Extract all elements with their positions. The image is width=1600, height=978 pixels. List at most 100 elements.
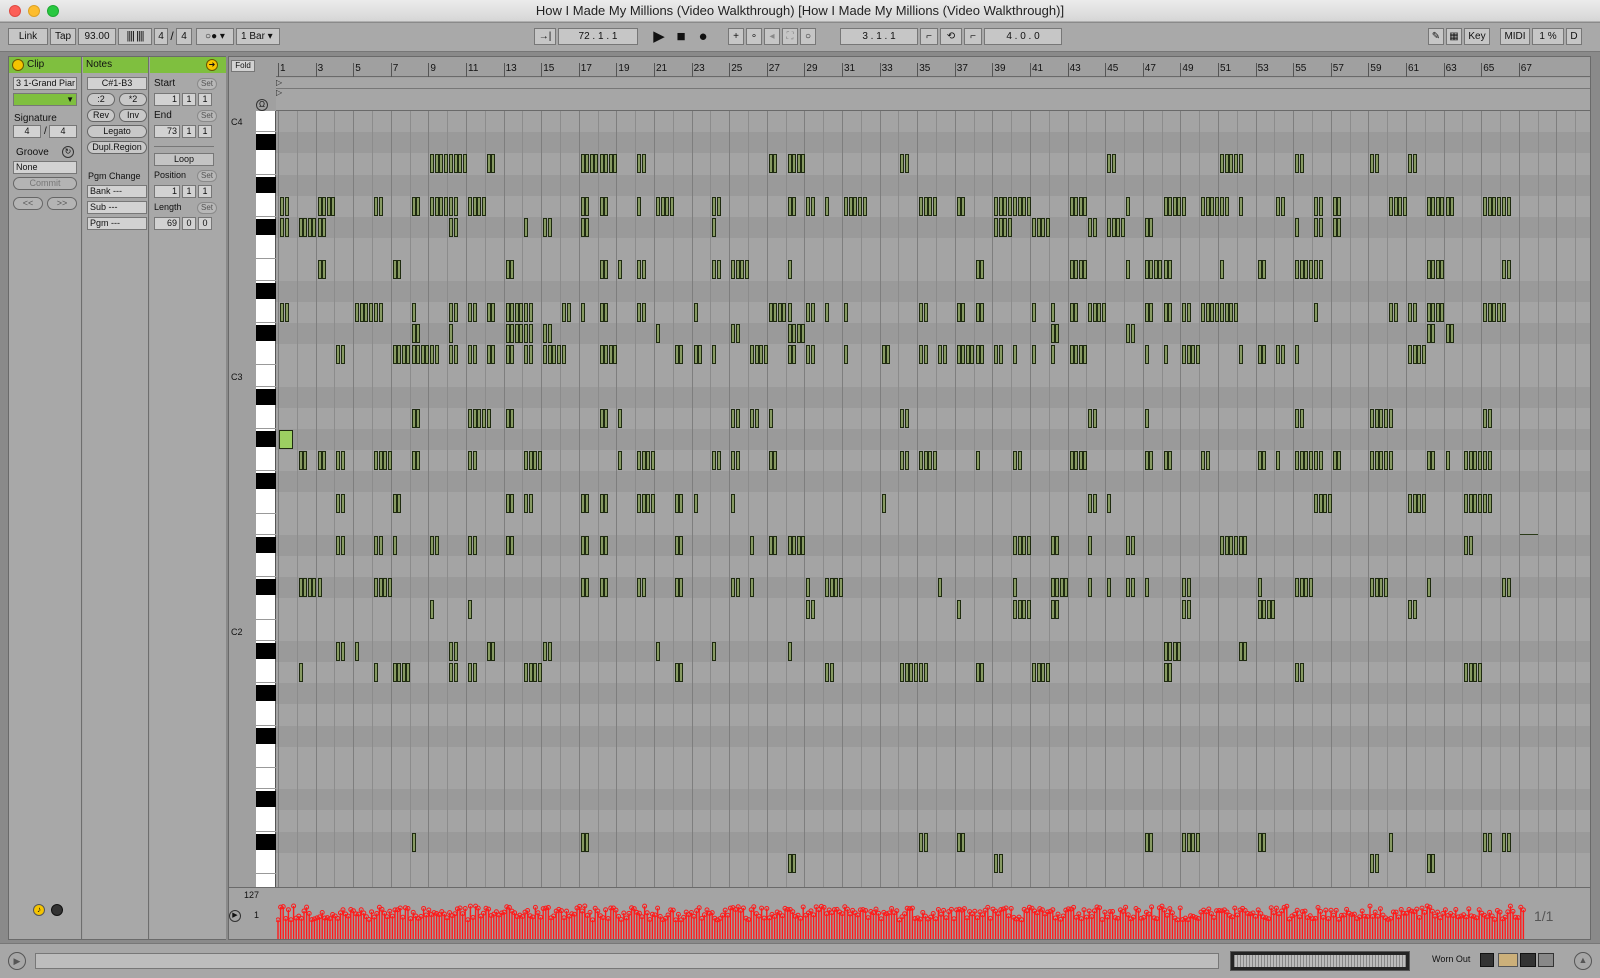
midi-note[interactable] xyxy=(449,642,454,661)
midi-note[interactable] xyxy=(792,854,797,873)
midi-note[interactable] xyxy=(280,302,284,322)
midi-note[interactable] xyxy=(1013,451,1018,471)
midi-note[interactable] xyxy=(510,324,515,343)
midi-note[interactable] xyxy=(1238,642,1243,661)
midi-note[interactable] xyxy=(1130,578,1135,598)
midi-map-button[interactable]: MIDI xyxy=(1500,28,1530,45)
midi-note[interactable] xyxy=(528,324,533,343)
midi-note[interactable] xyxy=(735,260,740,280)
black-key[interactable] xyxy=(256,643,276,659)
close-window-button[interactable] xyxy=(9,5,21,17)
midi-note[interactable] xyxy=(439,154,444,174)
midi-note[interactable] xyxy=(317,451,322,471)
midi-note[interactable] xyxy=(280,196,284,216)
midi-note[interactable] xyxy=(961,345,966,365)
midi-note[interactable] xyxy=(735,578,740,598)
midi-note[interactable] xyxy=(1144,408,1149,428)
midi-note[interactable] xyxy=(392,260,397,280)
midi-note[interactable] xyxy=(1022,196,1027,216)
midi-note[interactable] xyxy=(378,196,383,216)
midi-note[interactable] xyxy=(1393,302,1398,322)
midi-note[interactable] xyxy=(1088,536,1093,555)
midi-note[interactable] xyxy=(1107,218,1112,237)
midi-note[interactable] xyxy=(1224,196,1229,216)
loop-start-field[interactable]: 3 . 1 . 1 xyxy=(840,28,918,45)
midi-note[interactable] xyxy=(998,854,1003,873)
midi-note[interactable] xyxy=(430,196,435,216)
midi-note[interactable] xyxy=(1445,324,1450,343)
midi-note[interactable] xyxy=(1050,345,1055,365)
midi-note[interactable] xyxy=(1374,408,1379,428)
midi-note[interactable] xyxy=(453,345,458,365)
midi-note[interactable] xyxy=(1036,663,1041,683)
midi-note[interactable] xyxy=(387,578,392,598)
midi-note[interactable] xyxy=(604,302,609,322)
midi-note[interactable] xyxy=(777,302,782,322)
beat-time-ruler[interactable]: 1 3 5 7 9 11 13 15 17 19 21 23 25 27 29 31 33 35 37 39 41 43 4… xyxy=(276,63,1590,77)
midi-note[interactable] xyxy=(1074,196,1079,216)
midi-note[interactable] xyxy=(844,196,848,216)
midi-note[interactable] xyxy=(608,345,613,365)
midi-note[interactable] xyxy=(1088,408,1093,428)
midi-note[interactable] xyxy=(411,832,416,852)
midi-note[interactable] xyxy=(430,599,435,619)
midi-note[interactable] xyxy=(486,302,491,322)
midi-note[interactable] xyxy=(1502,832,1506,852)
midi-note[interactable] xyxy=(1464,663,1469,683)
program-field[interactable]: Pgm --- xyxy=(87,217,147,230)
midi-note[interactable] xyxy=(1158,260,1163,280)
info-view-toggle-icon[interactable]: ▶ xyxy=(8,952,26,970)
midi-note[interactable] xyxy=(646,493,651,513)
midi-note[interactable] xyxy=(1050,578,1055,598)
midi-note[interactable] xyxy=(980,663,985,683)
midi-note[interactable] xyxy=(510,260,515,280)
midi-note[interactable] xyxy=(1295,218,1300,237)
start-set-button[interactable]: Set xyxy=(197,78,217,90)
midi-note[interactable] xyxy=(1201,196,1206,216)
midi-note[interactable] xyxy=(1502,260,1506,280)
midi-note[interactable] xyxy=(1393,196,1398,216)
punch-in-icon[interactable]: ⌐ xyxy=(920,28,938,45)
midi-note[interactable] xyxy=(806,345,811,365)
midi-note[interactable] xyxy=(768,408,773,428)
midi-note[interactable] xyxy=(307,218,312,237)
midi-note[interactable] xyxy=(637,260,642,280)
midi-note[interactable] xyxy=(975,260,980,280)
midi-note[interactable] xyxy=(1182,578,1187,598)
position-beat-field[interactable]: 1 xyxy=(182,185,196,198)
midi-note[interactable] xyxy=(1074,345,1079,365)
midi-note[interactable] xyxy=(317,218,322,237)
midi-note[interactable] xyxy=(909,663,914,683)
midi-note[interactable] xyxy=(1492,302,1497,322)
record-icon[interactable]: ● xyxy=(694,28,712,45)
midi-note[interactable] xyxy=(810,599,815,619)
midi-note[interactable] xyxy=(1107,493,1112,513)
midi-note[interactable] xyxy=(810,196,815,216)
midi-note[interactable] xyxy=(1431,302,1436,322)
midi-note[interactable] xyxy=(646,451,651,471)
midi-note[interactable] xyxy=(904,408,909,428)
midi-note[interactable] xyxy=(1032,218,1036,237)
midi-note[interactable] xyxy=(994,218,999,237)
midi-note[interactable] xyxy=(1483,451,1488,471)
midi-note[interactable] xyxy=(1111,218,1116,237)
midi-note[interactable] xyxy=(834,578,839,598)
midi-note[interactable] xyxy=(886,345,891,365)
midi-note[interactable] xyxy=(1220,302,1224,322)
midi-note[interactable] xyxy=(1295,408,1300,428)
midi-note[interactable] xyxy=(585,832,590,852)
midi-note[interactable] xyxy=(1126,260,1130,280)
midi-note[interactable] xyxy=(1280,196,1285,216)
midi-note[interactable] xyxy=(449,663,454,683)
midi-note[interactable] xyxy=(1186,599,1191,619)
midi-note[interactable] xyxy=(1468,493,1473,513)
midi-note[interactable] xyxy=(674,536,679,555)
midi-note[interactable] xyxy=(533,451,538,471)
midi-note[interactable] xyxy=(1483,493,1488,513)
midi-note[interactable] xyxy=(1445,196,1450,216)
midi-note[interactable] xyxy=(411,408,416,428)
midi-note[interactable] xyxy=(641,154,646,174)
midi-note[interactable] xyxy=(1069,451,1074,471)
midi-note[interactable] xyxy=(768,451,773,471)
midi-note[interactable] xyxy=(566,302,571,322)
